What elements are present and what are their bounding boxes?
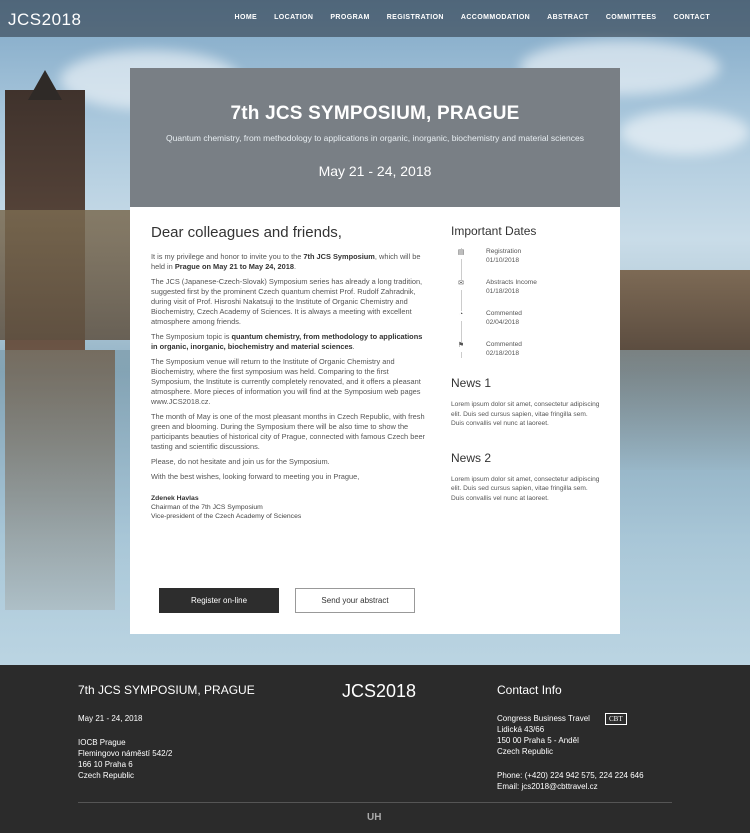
contact-title: Contact Info [497,683,562,697]
timeline-item: ✉ Abstracts Income 01/18/2018 [455,279,601,296]
timeline-label: Registration [486,248,522,255]
contact-line: Congress Business Travel [497,714,590,723]
envelope-icon: ✉ [455,280,467,290]
news-text: Lorem ipsum dolor sit amet, consectetur … [451,401,600,427]
footer: 7th JCS SYMPOSIUM, PRAGUE May 21 - 24, 2… [0,665,750,833]
top-navbar: JCS2018 HOME LOCATION PROGRAM REGISTRATI… [0,0,750,37]
contact-line: Lidická 43/66 [497,725,545,734]
card-header: 7th JCS SYMPOSIUM, PRAGUE Quantum chemis… [130,68,620,207]
welcome-letter: Dear colleagues and friends, It is my pr… [151,224,426,521]
cloud [620,110,750,155]
footer-address-line: Czech Republic [78,771,135,780]
sidebar: Important Dates ▤ Registration 01/10/201… [451,224,601,525]
footer-contact: Contact Info CBT Congress Business Trave… [497,683,697,792]
letter-paragraph: It is my privilege and honor to invite y… [151,252,421,271]
contact-phone: Phone: (+420) 224 942 575, 224 224 646 [497,771,644,780]
charles-bridge-right [620,270,750,350]
nav-accommodation[interactable]: ACCOMMODATION [461,0,530,21]
dates-timeline: ▤ Registration 01/10/2018 ✉ Abstracts In… [455,248,601,358]
content-card: 7th JCS SYMPOSIUM, PRAGUE Quantum chemis… [130,68,620,634]
bridge-reflection [620,350,750,470]
important-dates-title: Important Dates [451,224,537,238]
letter-heading: Dear colleagues and friends, [151,224,342,241]
footer-address-line: IOCB Prague [78,738,126,747]
nav-menu: HOME LOCATION PROGRAM REGISTRATION ACCOM… [235,0,750,21]
letter-paragraph: The Symposium topic is quantum chemistry… [151,332,423,351]
signature-title: Chairman of the 7th JCS Symposium [151,504,263,511]
footer-event-info: 7th JCS SYMPOSIUM, PRAGUE May 21 - 24, 2… [78,683,298,781]
timeline-item: ⚑ Commented 02/18/2018 [455,341,601,358]
footer-logo[interactable]: JCS2018 [342,681,416,702]
page-subtitle: Quantum chemistry, from methodology to a… [166,133,584,143]
contact-line: Czech Republic [497,747,554,756]
buildings-left [0,210,130,340]
timeline-label: Commented [486,310,522,317]
nav-committees[interactable]: COMMITTEES [606,0,657,21]
letter-paragraph: The Symposium venue will return to the I… [151,357,421,406]
signature-title: Vice-president of the Czech Academy of S… [151,513,302,520]
footer-address-line: 166 10 Praha 6 [78,760,133,769]
footer-mark: UH [367,812,382,823]
tower-reflection [5,350,115,610]
footer-divider [78,802,672,803]
footer-dates: May 21 - 24, 2018 [78,714,143,723]
signature: Zdenek Havlas Chairman of the 7th JCS Sy… [151,494,426,521]
timeline-item: ◔ Commented 02/04/2018 [455,310,601,327]
nav-abstract[interactable]: ABSTRACT [547,0,589,21]
timeline-date: 01/10/2018 [486,256,520,264]
nav-home[interactable]: HOME [235,0,258,21]
letter-paragraph: With the best wishes, looking forward to… [151,472,360,481]
flag-icon: ⚑ [455,342,467,352]
nav-location[interactable]: LOCATION [274,0,313,21]
timeline-item: ▤ Registration 01/10/2018 [455,248,601,265]
letter-paragraph: The JCS (Japanese-Czech-Slovak) Symposiu… [151,277,423,326]
contact-line: 150 00 Praha 5 - Anděl [497,736,579,745]
timeline-date: 02/18/2018 [486,349,520,357]
tower-spire [28,70,62,100]
site-logo[interactable]: JCS2018 [8,10,81,30]
footer-title: 7th JCS SYMPOSIUM, PRAGUE [78,683,255,697]
cbt-logo: CBT [605,713,627,725]
nav-contact[interactable]: CONTACT [674,0,711,21]
timeline-label: Abstracts Income [486,279,537,286]
timeline-date: 01/18/2018 [486,287,520,295]
register-button[interactable]: Register on-line [159,588,279,613]
page-title: 7th JCS SYMPOSIUM, PRAGUE [230,103,520,124]
event-dates: May 21 - 24, 2018 [318,163,432,179]
letter-paragraph: The month of May is one of the most plea… [151,412,426,451]
nav-program[interactable]: PROGRAM [330,0,369,21]
news-title[interactable]: News 2 [451,451,601,465]
signature-name: Zdenek Havlas [151,495,199,502]
timeline-label: Commented [486,341,522,348]
footer-address-line: Flemingovo náměstí 542/2 [78,749,173,758]
contact-email[interactable]: Email: jcs2018@cbttravel.cz [497,781,697,792]
news-title[interactable]: News 1 [451,376,601,390]
calendar-icon: ▤ [455,249,467,259]
comment-icon: ◔ [455,311,467,321]
nav-registration[interactable]: REGISTRATION [387,0,444,21]
timeline-date: 02/04/2018 [486,318,520,326]
letter-paragraph: Please, do not hesitate and join us for … [151,457,330,466]
news-text: Lorem ipsum dolor sit amet, consectetur … [451,475,600,502]
send-abstract-button[interactable]: Send your abstract [295,588,415,613]
